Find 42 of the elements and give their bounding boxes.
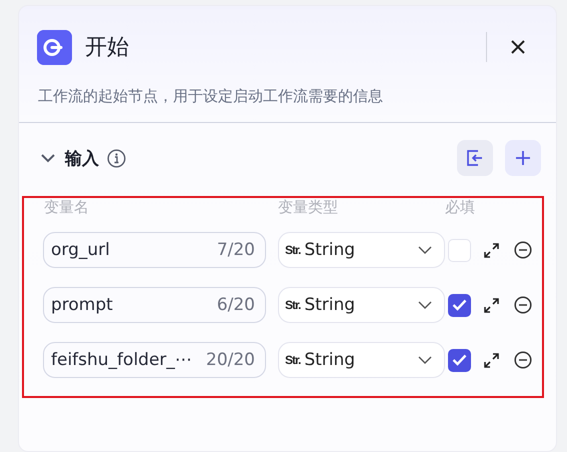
start-logo-icon — [37, 30, 72, 64]
import-icon — [466, 149, 484, 167]
remove-icon[interactable] — [514, 241, 532, 259]
variable-name: prompt — [51, 295, 114, 315]
required-checkbox[interactable] — [448, 348, 471, 372]
section-title: 输入 — [65, 148, 99, 170]
chevron-down-icon[interactable] — [41, 154, 55, 162]
panel-title: 开始 — [85, 34, 130, 62]
panel-description: 工作流的起始节点，用于设定启动工作流需要的信息 — [37, 87, 384, 107]
required-checkbox[interactable] — [448, 294, 471, 316]
type-icon: Str. — [285, 353, 300, 367]
type-select[interactable]: Str. String — [278, 342, 445, 378]
chevron-down-icon — [418, 301, 432, 309]
import-button[interactable] — [457, 140, 493, 176]
expand-icon[interactable] — [484, 298, 499, 312]
type-select[interactable]: Str. String — [278, 287, 445, 323]
expand-icon[interactable] — [484, 352, 499, 368]
info-icon — [107, 148, 126, 168]
char-count: 6/20 — [216, 295, 255, 315]
chevron-down-icon — [418, 246, 432, 254]
column-header: 变量名 — [44, 198, 90, 218]
checkmark-icon — [452, 299, 467, 311]
variable-name-field[interactable]: prompt 6/20 — [43, 287, 266, 323]
variable-name: feifshu_folder_⋯ — [51, 350, 193, 370]
variable-name-field[interactable]: org_url 7/20 — [43, 232, 266, 268]
chevron-down-icon — [418, 356, 432, 364]
type-select[interactable]: Str. String — [278, 232, 445, 268]
char-count: 7/20 — [216, 240, 255, 260]
remove-icon[interactable] — [514, 296, 532, 314]
variable-name: org_url — [51, 240, 111, 260]
type-icon: Str. — [285, 243, 300, 257]
variable-name-field[interactable]: feifshu_folder_⋯ 20/20 — [43, 342, 266, 378]
column-header: 必填 — [445, 198, 475, 218]
type-icon: Str. — [285, 298, 300, 312]
expand-icon[interactable] — [484, 242, 499, 258]
column-header: 变量类型 — [278, 198, 339, 218]
close-icon[interactable] — [511, 40, 525, 54]
add-button[interactable] — [505, 140, 541, 176]
char-count: 20/20 — [206, 350, 255, 370]
plus-icon — [515, 150, 531, 166]
checkmark-icon — [452, 354, 467, 366]
remove-icon[interactable] — [514, 351, 532, 369]
